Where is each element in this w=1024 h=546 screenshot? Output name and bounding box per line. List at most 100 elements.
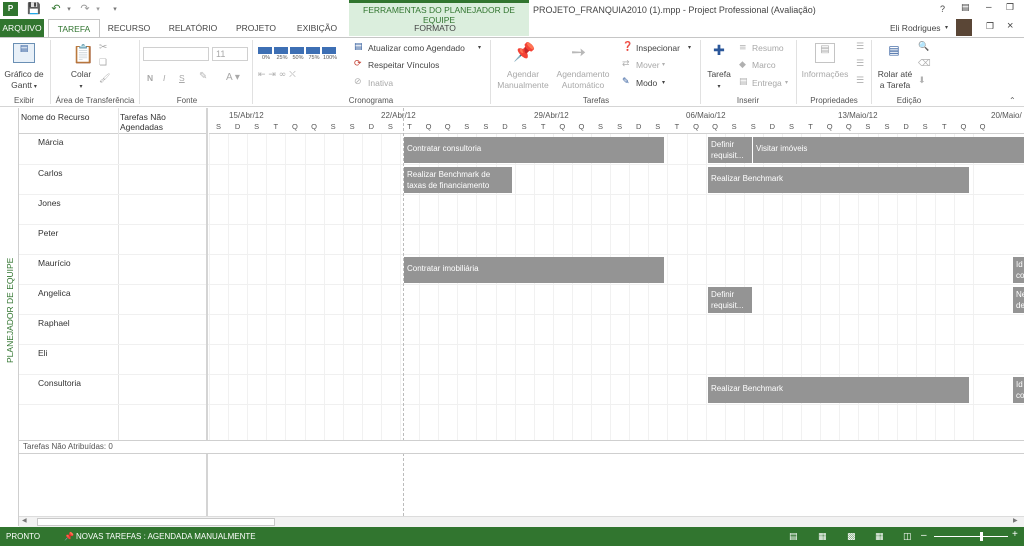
move-dropdown-icon[interactable]: ▾ [662, 61, 665, 68]
mode-button[interactable]: Modo [636, 78, 657, 88]
task-bar[interactable]: Contratar consultoria [404, 137, 664, 163]
task-bar[interactable]: Realizar Benchmark [708, 377, 969, 403]
highlight-icon[interactable]: ✎ [199, 71, 207, 82]
resource-sheet-icon[interactable]: ▦ [875, 532, 884, 542]
notes-icon[interactable]: ☰ [856, 42, 864, 52]
task-bar[interactable]: Realizar Benchmark de taxas de financiam… [404, 167, 512, 193]
task-bar[interactable]: Definir requisit... [708, 137, 752, 163]
task-bar[interactable]: Realizar Benchmark [708, 167, 969, 193]
resource-name[interactable]: Márcia [38, 137, 64, 147]
scroll-thumb[interactable] [37, 518, 275, 526]
minimize-button[interactable]: – [986, 2, 992, 13]
manual-schedule-button[interactable]: Agendar Manualmente [493, 69, 553, 91]
close-window-button[interactable]: × [1007, 20, 1013, 32]
tab-recurso[interactable]: RECURSO [104, 19, 154, 37]
zoom-slider-thumb[interactable] [980, 532, 983, 541]
undo-icon[interactable]: ↶ [49, 2, 63, 16]
auto-schedule-button[interactable]: Agendamento Automático [553, 69, 613, 91]
scroll-left-icon[interactable]: ◀ [22, 517, 27, 524]
ribbon-display-icon[interactable]: ▤ [961, 3, 970, 13]
customize-toolbar-icon[interactable]: ▾ [108, 2, 122, 16]
pane-splitter[interactable] [206, 108, 208, 526]
pct-100-icon[interactable] [322, 47, 336, 54]
user-name[interactable]: Eli Rodrigues [890, 23, 941, 33]
copy-icon[interactable]: ❏ [99, 58, 107, 68]
update-dropdown-icon[interactable]: ▾ [478, 44, 481, 51]
user-dropdown-icon[interactable]: ▾ [945, 24, 948, 31]
scroll-to-task-button[interactable]: Rolar até a Tarefa [874, 69, 916, 91]
avatar[interactable] [956, 19, 972, 36]
pct-50-icon[interactable] [290, 47, 304, 54]
fill-icon[interactable]: ⬇ [918, 76, 926, 86]
pct-0-icon[interactable] [258, 47, 272, 54]
scroll-right-icon[interactable]: ▶ [1013, 517, 1018, 524]
cut-icon[interactable]: ✂ [99, 42, 107, 53]
resource-name[interactable]: Eli [38, 348, 47, 358]
task-bar[interactable]: Ne de [1013, 287, 1024, 313]
zoom-in-button[interactable]: + [1012, 529, 1018, 540]
col-resource-name[interactable]: Nome do Recurso [21, 112, 90, 122]
gantt-chart-button[interactable]: Gráfico de Gantt ▾ [2, 69, 46, 92]
undo-dropdown-icon[interactable]: ▾ [62, 2, 76, 16]
tab-formato[interactable]: FORMATO [400, 19, 470, 37]
report-view-icon[interactable]: ◫ [903, 532, 912, 542]
task-bar[interactable]: Visitar imóveis [752, 137, 1024, 163]
format-painter-icon[interactable]: 🖌 [99, 74, 110, 84]
col-unscheduled[interactable]: Tarefas Não Agendadas [120, 112, 166, 132]
move-button[interactable]: Mover [636, 60, 660, 70]
inactivate-button[interactable]: Inativa [368, 78, 393, 88]
task-bar[interactable]: Id co [1013, 377, 1024, 403]
respect-links-button[interactable]: Respeitar Vínculos [368, 60, 439, 70]
zoom-out-button[interactable]: – [921, 530, 927, 541]
redo-icon[interactable]: ↷ [78, 2, 92, 16]
paste-button[interactable]: Colar ▾ [64, 69, 98, 92]
collapse-ribbon-icon[interactable]: ⌃ [1009, 96, 1016, 105]
bold-button[interactable]: N [147, 73, 153, 83]
task-usage-icon[interactable]: ▦ [818, 532, 827, 542]
pct-75-icon[interactable] [306, 47, 320, 54]
add-to-timeline-icon[interactable]: ☰ [856, 76, 864, 86]
tab-projeto[interactable]: PROJETO [232, 19, 280, 37]
inspect-dropdown-icon[interactable]: ▾ [688, 44, 691, 51]
outdent-indent-icons[interactable]: ⇤ ⇥ ∞ ⛌ [258, 70, 296, 80]
update-as-scheduled-button[interactable]: Atualizar como Agendado [368, 43, 465, 53]
clear-icon[interactable]: ⌫ [918, 59, 931, 69]
maximize-button[interactable]: ❐ [1006, 3, 1014, 13]
deliverable-dropdown-icon[interactable]: ▾ [785, 79, 788, 86]
zoom-slider[interactable] [934, 536, 1008, 537]
redo-dropdown-icon[interactable]: ▾ [91, 2, 105, 16]
tab-exibicao[interactable]: EXIBIÇÃO [291, 19, 343, 37]
find-icon[interactable]: 🔍 [918, 42, 929, 52]
tab-relatorio[interactable]: RELATÓRIO [163, 19, 223, 37]
restore-icon[interactable]: ❐ [986, 22, 994, 32]
milestone-button[interactable]: Marco [752, 60, 776, 70]
help-button[interactable]: ? [940, 4, 945, 14]
font-name-select[interactable] [143, 47, 209, 61]
deliverable-button[interactable]: Entrega [752, 78, 782, 88]
pct-25-icon[interactable] [274, 47, 288, 54]
insert-task-button[interactable]: Tarefa ▾ [703, 69, 735, 92]
details-icon[interactable]: ☰ [856, 59, 864, 69]
italic-button[interactable]: I [163, 73, 165, 83]
resource-name[interactable]: Maurício [38, 258, 71, 268]
font-size-select[interactable]: 11 [212, 47, 248, 61]
task-bar[interactable]: Contratar imobiliária [404, 257, 664, 283]
resource-name[interactable]: Peter [38, 228, 58, 238]
mode-dropdown-icon[interactable]: ▾ [662, 79, 665, 86]
task-bar[interactable]: Definir requisit... [708, 287, 752, 313]
resource-name[interactable]: Angelica [38, 288, 71, 298]
tab-tarefa[interactable]: TAREFA [48, 19, 100, 38]
font-color-button[interactable]: A ▾ [226, 72, 240, 83]
tab-arquivo[interactable]: ARQUIVO [0, 19, 44, 37]
task-bar[interactable]: Id co [1013, 257, 1024, 283]
information-button[interactable]: Informações [798, 69, 852, 80]
status-new-tasks[interactable]: NOVAS TAREFAS : AGENDADA MANUALMENTE [76, 532, 256, 541]
underline-button[interactable]: S [179, 73, 185, 83]
resource-name[interactable]: Jones [38, 198, 61, 208]
team-planner-view-icon[interactable]: ▩ [847, 532, 856, 542]
resource-name[interactable]: Carlos [38, 168, 63, 178]
gantt-view-icon[interactable]: ▤ [789, 532, 798, 542]
save-icon[interactable]: 💾 [27, 2, 41, 16]
inspect-button[interactable]: Inspecionar [636, 43, 680, 53]
resource-name[interactable]: Raphael [38, 318, 70, 328]
